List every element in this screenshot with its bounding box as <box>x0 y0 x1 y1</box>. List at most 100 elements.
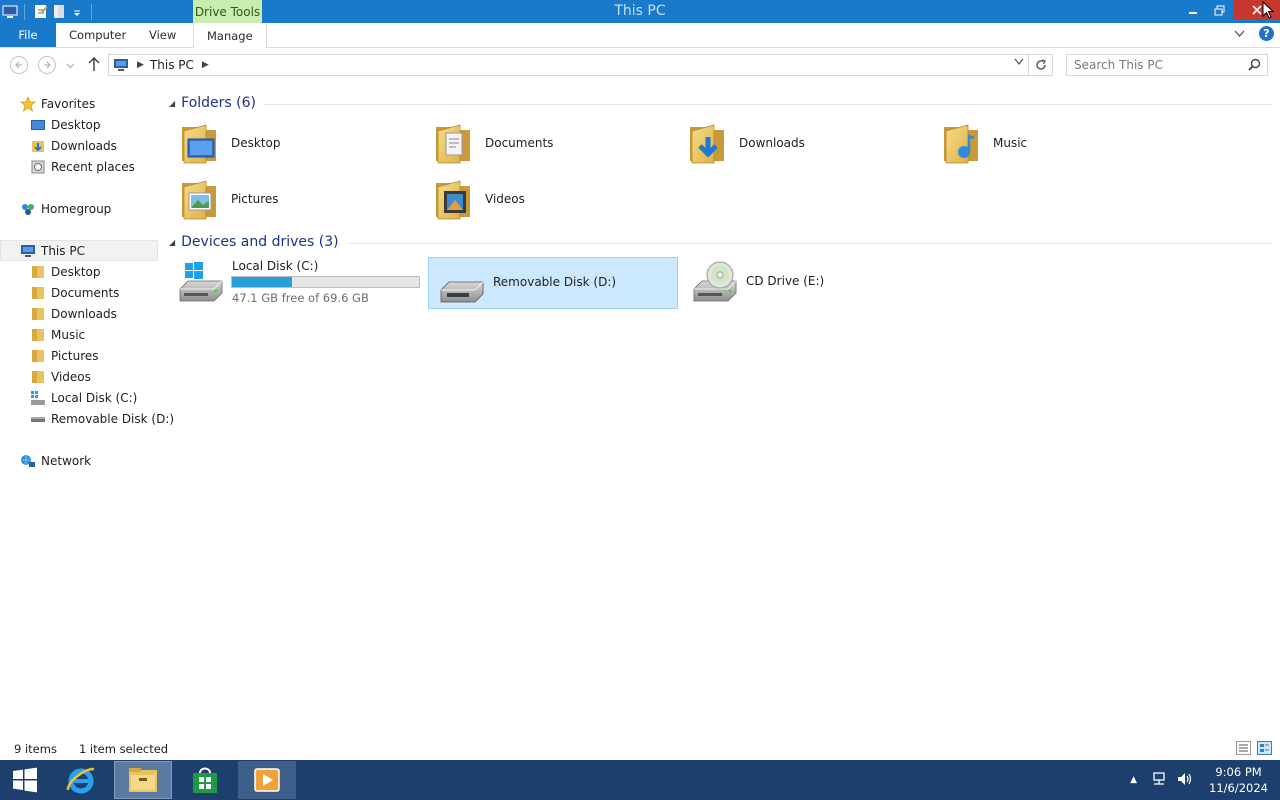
sidebar-item-videos[interactable]: Videos <box>0 366 158 387</box>
taskbar-media-player[interactable] <box>238 761 296 799</box>
arrow-right-icon <box>44 61 51 69</box>
folder-downloads[interactable]: Downloads <box>674 117 924 169</box>
folder-pictures[interactable]: Pictures <box>166 173 416 225</box>
star-icon <box>20 95 36 112</box>
selection-count: 1 item selected <box>78 742 169 756</box>
group-divider <box>264 103 1272 105</box>
address-history-dropdown[interactable] <box>1014 58 1024 69</box>
sidebar-item-pictures[interactable]: Pictures <box>0 345 158 366</box>
sidebar-item-removable-disk-d[interactable]: Removable Disk (D:) <box>0 408 174 429</box>
store-icon <box>193 767 217 793</box>
folder-icon <box>30 369 46 385</box>
volume-tray-icon[interactable] <box>1177 772 1193 789</box>
show-hidden-icons-chevron-icon[interactable]: ▲ <box>1130 775 1137 785</box>
restore-button[interactable] <box>1206 0 1233 20</box>
help-icon[interactable]: ? <box>1259 26 1274 41</box>
removable-disk-icon <box>30 411 46 427</box>
folder-icon <box>30 306 46 322</box>
address-bar[interactable]: ▶ This PC ▶ <box>108 54 1053 76</box>
clock-date: 11/6/2024 <box>1209 781 1268 795</box>
system-clock[interactable]: 9:06 PM 11/6/2024 <box>1209 764 1268 796</box>
documents-folder-icon <box>430 119 478 167</box>
music-folder-icon <box>938 119 986 167</box>
breadcrumb-separator-icon[interactable]: ▶ <box>137 60 144 70</box>
sidebar-item-recent-places[interactable]: Recent places <box>0 156 158 177</box>
item-count: 9 items <box>14 742 57 756</box>
local-disk-icon <box>30 390 46 406</box>
clock-time: 9:06 PM <box>1215 765 1262 779</box>
downloads-folder-icon <box>30 138 46 154</box>
content-area: ◢ Folders (6) Desktop Documents Download… <box>166 88 1274 738</box>
title-bar: Drive Tools This PC <box>0 0 1280 23</box>
arrow-up-icon <box>88 56 100 71</box>
sidebar-item-downloads[interactable]: Downloads <box>0 303 158 324</box>
expand-ribbon-chevron-icon[interactable] <box>1234 27 1245 41</box>
tab-computer[interactable]: Computer <box>69 23 126 47</box>
search-icon[interactable] <box>1248 58 1261 74</box>
pictures-folder-icon <box>176 175 224 223</box>
refresh-icon <box>1035 59 1046 70</box>
sidebar-item-favorites[interactable]: Favorites <box>0 93 158 114</box>
sidebar-item-desktop[interactable]: Desktop <box>0 261 158 282</box>
search-input[interactable]: Search This PC <box>1066 54 1268 76</box>
recent-locations-button[interactable] <box>66 59 75 73</box>
tab-view[interactable]: View <box>149 23 176 47</box>
internet-explorer-icon <box>66 767 95 794</box>
back-button[interactable] <box>10 56 28 74</box>
folder-icon <box>30 264 46 280</box>
collapse-triangle-icon[interactable]: ◢ <box>169 238 175 247</box>
taskbar: ▲ 9:06 PM 11/6/2024 <box>0 760 1280 800</box>
windows-logo-icon <box>13 767 37 793</box>
breadcrumb-separator-icon[interactable]: ▶ <box>202 60 209 70</box>
sidebar-item-network[interactable]: Network <box>0 450 158 471</box>
tab-manage[interactable]: Manage <box>193 23 267 48</box>
videos-folder-icon <box>430 175 478 223</box>
sidebar-item-favorites-downloads[interactable]: Downloads <box>0 135 158 156</box>
sidebar-item-documents[interactable]: Documents <box>0 282 158 303</box>
group-divider <box>346 242 1272 244</box>
folders-group-header[interactable]: ◢ Folders (6) <box>166 93 1272 113</box>
minimize-button[interactable] <box>1179 0 1206 20</box>
folder-desktop[interactable]: Desktop <box>166 117 416 169</box>
local-disk-icon <box>176 262 226 307</box>
refresh-button[interactable] <box>1028 55 1052 75</box>
tiles-view-button[interactable] <box>1257 741 1272 755</box>
sidebar-item-this-pc[interactable]: This PC <box>0 240 158 261</box>
downloads-folder-icon <box>684 119 732 167</box>
tab-file[interactable]: File <box>0 23 56 47</box>
devices-group-header[interactable]: ◢ Devices and drives (3) <box>166 232 1272 252</box>
folder-icon <box>30 285 46 301</box>
file-explorer-icon <box>129 768 157 792</box>
breadcrumb-this-pc[interactable]: This PC <box>150 58 194 72</box>
sidebar-item-homegroup[interactable]: Homegroup <box>0 198 158 219</box>
collapse-triangle-icon[interactable]: ◢ <box>169 99 175 108</box>
homegroup-icon <box>20 201 36 217</box>
taskbar-file-explorer[interactable] <box>114 761 172 799</box>
desktop-folder-icon <box>176 119 224 167</box>
forward-button[interactable] <box>38 56 56 74</box>
drive-cd-drive-e[interactable]: CD Drive (E:) <box>682 257 932 309</box>
sidebar-item-favorites-desktop[interactable]: Desktop <box>0 114 158 135</box>
drive-local-disk-c[interactable]: Local Disk (C:) 47.1 GB free of 69.6 GB <box>168 257 420 309</box>
sidebar-item-local-disk-c[interactable]: Local Disk (C:) <box>0 387 158 408</box>
desktop-icon <box>30 117 46 133</box>
folder-documents[interactable]: Documents <box>420 117 670 169</box>
up-button[interactable] <box>87 56 101 75</box>
start-button[interactable] <box>0 761 50 799</box>
network-icon <box>20 453 36 469</box>
sidebar-item-music[interactable]: Music <box>0 324 158 345</box>
status-bar: 9 items 1 item selected <box>0 738 1280 760</box>
drive-removable-disk-d[interactable]: Removable Disk (D:) <box>428 257 678 309</box>
media-player-icon <box>254 768 280 792</box>
ribbon-tab-row: File Computer View Manage ? <box>0 23 1280 48</box>
window-title: This PC <box>614 3 666 19</box>
folder-videos[interactable]: Videos <box>420 173 670 225</box>
disk-usage-bar <box>231 276 420 288</box>
folder-music[interactable]: Music <box>928 117 1178 169</box>
network-tray-icon[interactable] <box>1151 771 1167 789</box>
mouse-cursor-icon <box>1262 1 1274 19</box>
taskbar-store[interactable] <box>176 761 234 799</box>
taskbar-internet-explorer[interactable] <box>52 761 110 799</box>
details-view-button[interactable] <box>1236 741 1251 755</box>
disk-usage-fill <box>232 277 293 287</box>
